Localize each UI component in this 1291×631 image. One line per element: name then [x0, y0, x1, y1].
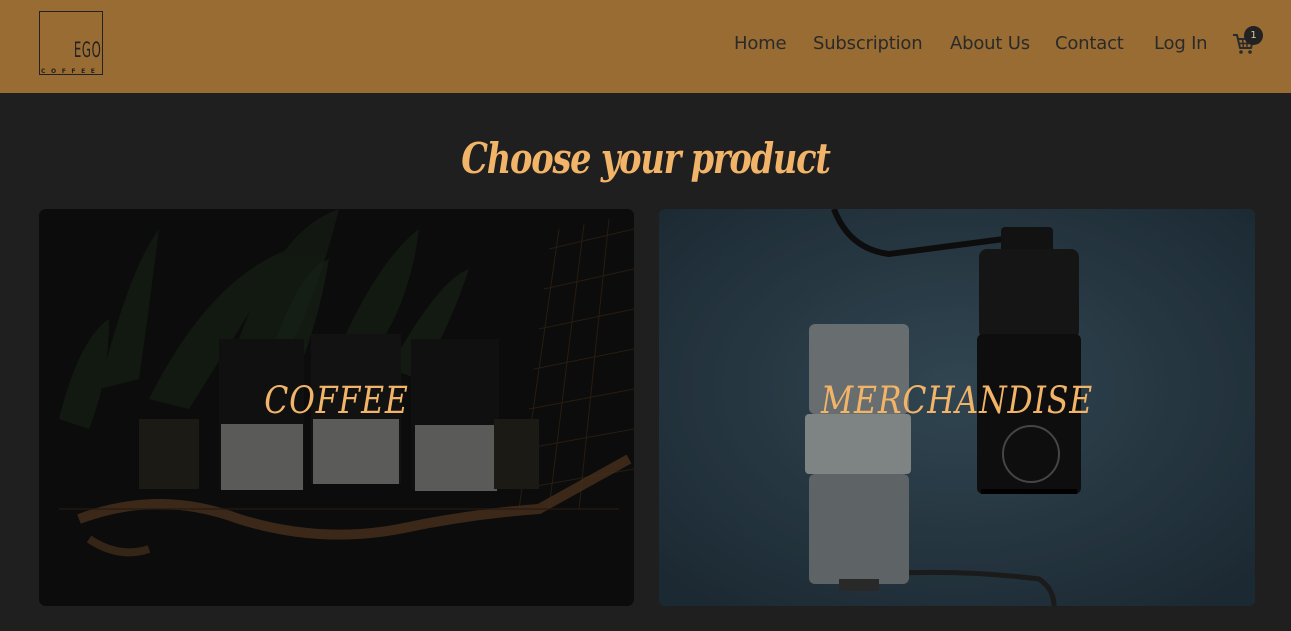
nav-subscription[interactable]: Subscription — [813, 33, 923, 54]
nav-contact[interactable]: Contact — [1055, 33, 1124, 54]
product-card-merchandise[interactable]: MERCHANDISE — [659, 209, 1255, 606]
card-label-coffee: COFFEE — [264, 379, 409, 422]
cart-count-badge: 1 — [1244, 26, 1263, 45]
site-header: EGO COFFEE Home Subscription About Us Co… — [0, 0, 1291, 93]
card-label-merchandise: MERCHANDISE — [820, 379, 1094, 422]
logo-subtext: COFFEE — [41, 68, 101, 75]
product-card-coffee[interactable]: COFFEE — [39, 209, 634, 606]
nav-home[interactable]: Home — [734, 33, 787, 54]
brand-logo[interactable]: EGO COFFEE — [39, 11, 103, 75]
nav-about-us[interactable]: About Us — [950, 33, 1030, 54]
page-title: Choose your product — [461, 134, 831, 183]
logo-text: EGO — [73, 38, 101, 62]
nav-log-in[interactable]: Log In — [1154, 33, 1208, 54]
